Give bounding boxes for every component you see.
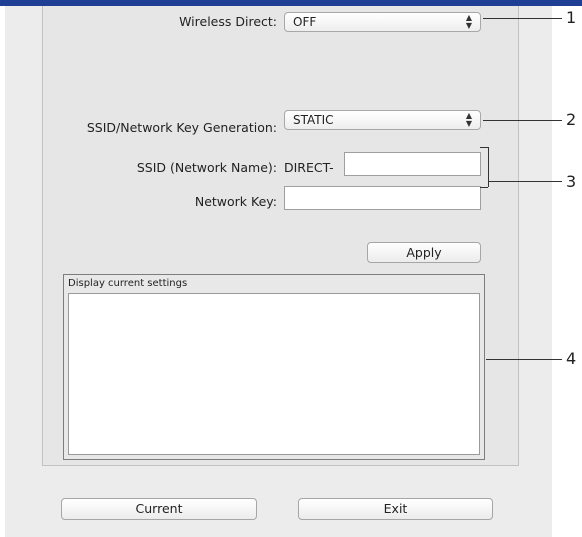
callout-1: 1: [566, 8, 577, 27]
callout-3-line: [488, 181, 562, 182]
network-key-label: Network Key:: [194, 194, 277, 209]
wireless-direct-value: OFF: [293, 15, 317, 29]
current-button[interactable]: Current: [61, 498, 257, 520]
ssid-key-generation-popup[interactable]: STATIC ▲ ▼: [284, 110, 481, 130]
wireless-direct-label: Wireless Direct:: [179, 14, 277, 29]
callout-4-line: [486, 359, 562, 360]
ssid-key-generation-label: SSID/Network Key Generation:: [86, 120, 277, 135]
callout-3-bracket-bottom: [480, 187, 488, 188]
callout-2-line: [483, 120, 562, 121]
apply-button[interactable]: Apply: [367, 242, 481, 263]
ssid-prefix: DIRECT-: [284, 160, 334, 175]
network-key-input[interactable]: [284, 186, 481, 210]
callout-2: 2: [566, 110, 577, 129]
popup-arrows-icon: ▲ ▼: [465, 13, 472, 30]
wireless-direct-popup[interactable]: OFF ▲ ▼: [284, 12, 481, 32]
current-settings-display[interactable]: [68, 293, 480, 455]
current-settings-group: Display current settings: [63, 274, 485, 460]
ssid-key-generation-value: STATIC: [293, 113, 334, 127]
popup-arrows-icon: ▲ ▼: [465, 111, 472, 128]
callout-3-bracket-top: [480, 147, 488, 148]
ssid-input[interactable]: [344, 152, 481, 176]
exit-button[interactable]: Exit: [298, 498, 493, 520]
current-settings-title: Display current settings: [68, 278, 188, 289]
callout-4: 4: [566, 349, 577, 368]
settings-window: Wireless Direct: OFF ▲ ▼ SSID/Network Key…: [5, 6, 552, 537]
ssid-label: SSID (Network Name):: [136, 160, 277, 175]
callout-3: 3: [566, 172, 577, 191]
callout-1-line: [483, 18, 562, 19]
